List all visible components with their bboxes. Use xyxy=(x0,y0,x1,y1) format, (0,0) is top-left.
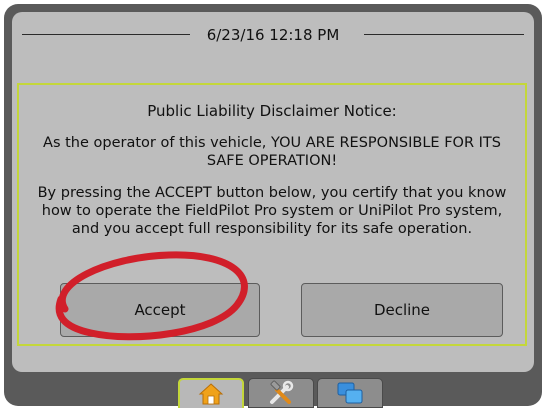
header-rule-right xyxy=(364,34,524,35)
disclaimer-title: Public Liability Disclaimer Notice: xyxy=(147,102,397,120)
home-icon xyxy=(198,383,224,405)
tools-tab[interactable] xyxy=(248,378,314,408)
certification-text: By pressing the ACCEPT button below, you… xyxy=(37,185,507,237)
disclaimer-dialog: Public Liability Disclaimer Notice: As t… xyxy=(17,83,527,346)
decline-button[interactable]: Decline xyxy=(301,283,503,337)
tools-icon xyxy=(270,380,294,404)
date-time-display: 6/23/16 12:18 PM xyxy=(198,26,348,44)
bottom-tab-bar xyxy=(12,372,534,408)
device-bezel: 6/23/16 12:18 PM Public Liability Discla… xyxy=(4,4,542,408)
responsibility-notice: As the operator of this vehicle, YOU ARE… xyxy=(43,135,501,169)
screens-icon xyxy=(337,382,363,404)
header-rule-left xyxy=(22,34,190,35)
accept-button[interactable]: Accept xyxy=(60,283,260,337)
display-screen: 6/23/16 12:18 PM Public Liability Discla… xyxy=(12,12,534,372)
screens-tab[interactable] xyxy=(317,378,383,408)
home-tab[interactable] xyxy=(178,378,244,408)
status-header: 6/23/16 12:18 PM xyxy=(12,12,534,58)
